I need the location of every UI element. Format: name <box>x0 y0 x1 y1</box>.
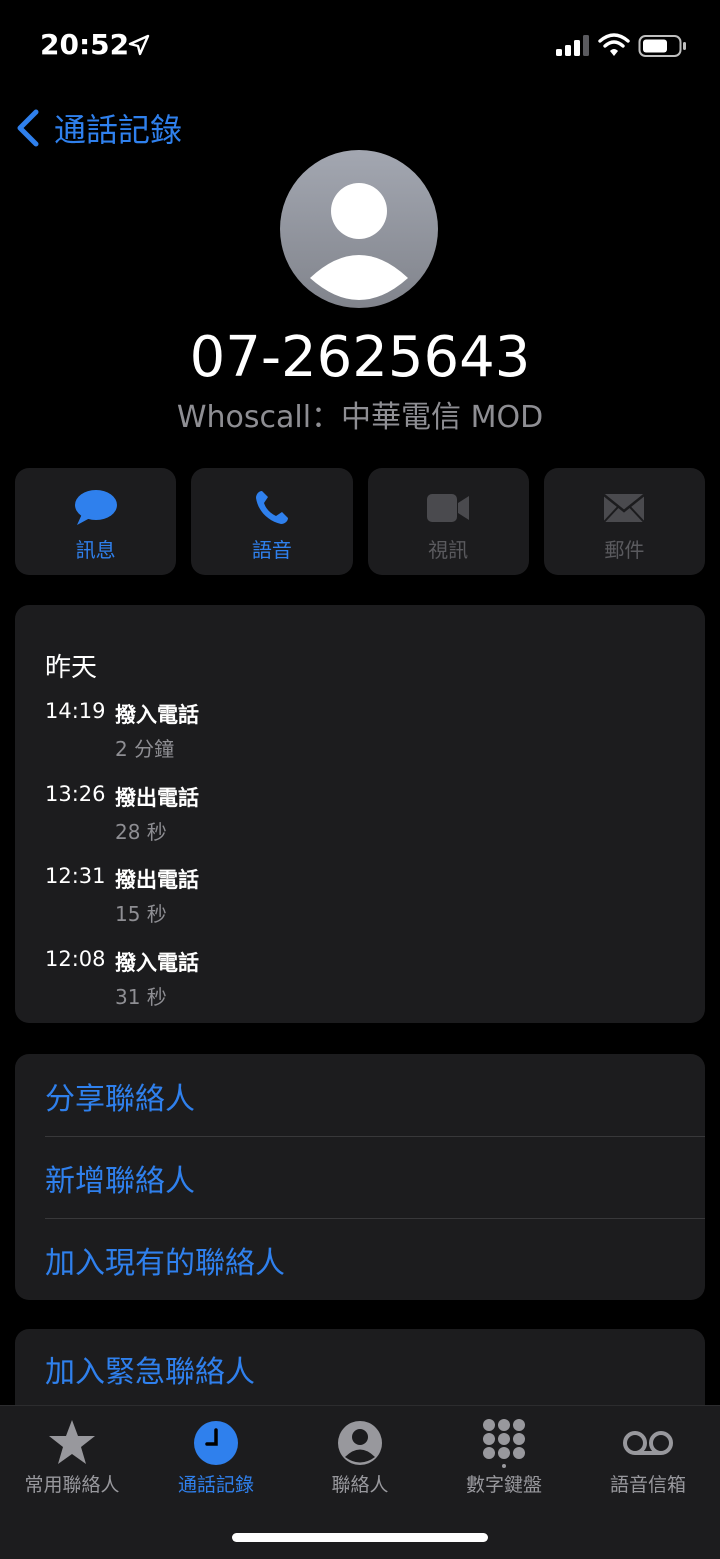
mail-label: 郵件 <box>604 538 645 562</box>
back-label: 通話記錄 <box>54 111 183 149</box>
voice-call-button[interactable]: 語音 <box>191 468 353 575</box>
battery-icon <box>638 35 686 57</box>
tab-recents-label: 通話記錄 <box>177 1474 254 1496</box>
message-label: 訊息 <box>75 538 116 562</box>
voice-label: 語音 <box>251 538 292 562</box>
call-duration: 28 秒 <box>115 820 167 844</box>
tab-keypad[interactable]: 數字鍵盤 <box>432 1406 576 1516</box>
tab-contacts[interactable]: 聯絡人 <box>288 1406 432 1516</box>
tab-favorites-label: 常用聯絡人 <box>24 1474 120 1496</box>
new-contact-label: 新增聯絡人 <box>45 1164 195 1199</box>
tab-keypad-label: 數字鍵盤 <box>465 1474 542 1496</box>
tab-favorites[interactable]: 常用聯絡人 <box>0 1406 144 1516</box>
call-duration: 2 分鐘 <box>115 737 175 761</box>
call-type: 撥入電話 <box>115 951 199 975</box>
status-bar: 20:52 <box>0 0 720 90</box>
call-time: 12:31 <box>45 864 106 888</box>
add-existing-contact-button[interactable]: 加入現有的聯絡人 <box>15 1218 705 1300</box>
tab-voicemail-label: 語音信箱 <box>609 1474 686 1496</box>
call-time: 12:08 <box>45 947 106 971</box>
tab-recents[interactable]: 通話記錄 <box>144 1406 288 1516</box>
status-time: 20:52 <box>40 28 130 61</box>
person-circle-icon <box>338 1421 382 1465</box>
add-existing-contact-label: 加入現有的聯絡人 <box>45 1246 285 1281</box>
back-button[interactable]: 通話記錄 <box>14 106 182 150</box>
caller-id-label: Whoscall：中華電信 MOD <box>176 400 544 435</box>
home-indicator[interactable] <box>232 1533 488 1542</box>
call-time: 13:26 <box>45 782 106 806</box>
phone-icon <box>255 491 288 524</box>
call-history-card: 昨天 14:19 撥入電話 2 分鐘 13:26 撥出電話 28 秒 12:31… <box>15 605 705 1023</box>
share-contact-button[interactable]: 分享聯絡人 <box>15 1054 705 1136</box>
new-contact-button[interactable]: 新增聯絡人 <box>15 1136 705 1218</box>
share-contact-label: 分享聯絡人 <box>45 1082 195 1117</box>
call-type: 撥出電話 <box>115 868 199 892</box>
chevron-left-icon <box>17 109 39 147</box>
video-label: 視訊 <box>428 538 469 562</box>
mail-button[interactable]: 郵件 <box>543 468 705 575</box>
cellular-signal-icon <box>556 35 589 56</box>
wifi-icon <box>598 33 630 56</box>
tab-contacts-label: 聯絡人 <box>331 1474 389 1496</box>
person-placeholder-icon <box>310 183 408 300</box>
mail-icon <box>603 494 646 523</box>
call-type: 撥入電話 <box>115 703 199 727</box>
call-type: 撥出電話 <box>115 786 199 810</box>
action-buttons: 訊息 語音 視訊 郵件 <box>15 468 705 575</box>
call-time: 14:19 <box>45 699 106 723</box>
history-date: 昨天 <box>45 653 98 683</box>
phone-number: 07-2625643 <box>189 325 531 390</box>
star-icon <box>49 1420 95 1464</box>
call-duration: 15 秒 <box>115 902 167 926</box>
add-emergency-contact-button[interactable]: 加入緊急聯絡人 <box>15 1329 705 1411</box>
video-call-button[interactable]: 視訊 <box>367 468 529 575</box>
video-icon <box>427 494 470 522</box>
contact-options-card: 分享聯絡人 新增聯絡人 加入現有的聯絡人 <box>15 1054 705 1300</box>
message-button[interactable]: 訊息 <box>15 468 177 575</box>
emergency-contact-label: 加入緊急聯絡人 <box>45 1355 255 1390</box>
call-duration: 31 秒 <box>115 985 167 1009</box>
avatar <box>280 150 438 308</box>
message-icon <box>74 490 117 525</box>
location-arrow-icon <box>128 34 150 56</box>
voicemail-icon <box>623 1431 673 1455</box>
tab-voicemail[interactable]: 語音信箱 <box>576 1406 720 1516</box>
clock-icon <box>194 1421 238 1465</box>
keypad-icon <box>483 1419 525 1468</box>
